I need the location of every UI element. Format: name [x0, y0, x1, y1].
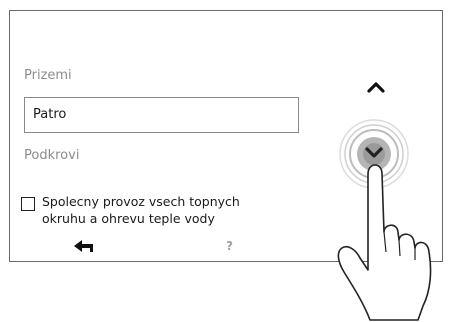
list-item-prizemi[interactable]: Prizemi: [24, 68, 72, 83]
shared-operation-label-line1: Spolecny provoz vsech topnych: [42, 194, 240, 209]
chevron-up-icon[interactable]: [366, 80, 386, 94]
back-arrow-icon[interactable]: [73, 238, 95, 254]
pointing-hand-illustration: [337, 164, 432, 321]
shared-operation-label: Spolecny provoz vsech topnych okruhu a o…: [42, 193, 302, 227]
list-item-selected[interactable]: Patro: [24, 97, 299, 133]
list-item-podkrovi[interactable]: Podkrovi: [24, 148, 79, 163]
shared-operation-label-line2: okruhu a ohrevu teple vody: [42, 211, 215, 226]
shared-operation-checkbox[interactable]: [21, 197, 35, 211]
list-item-label: Patro: [33, 107, 67, 122]
question-icon[interactable]: ?: [226, 239, 233, 253]
